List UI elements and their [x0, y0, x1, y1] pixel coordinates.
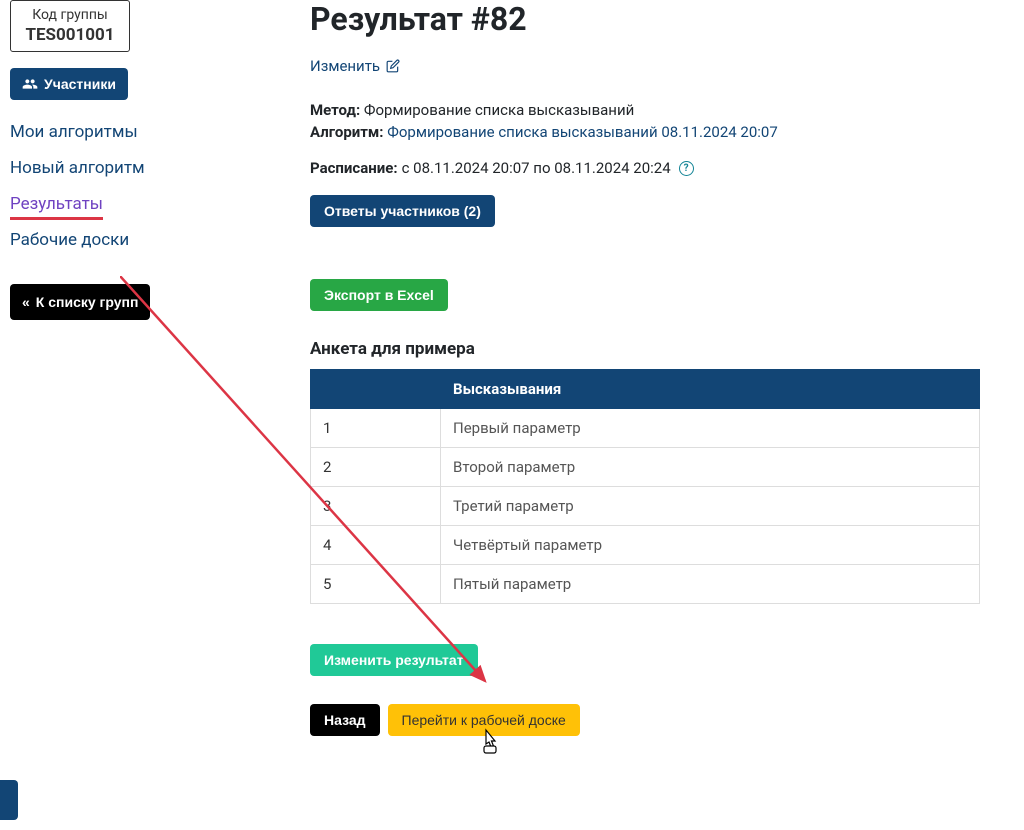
sidebar-nav: Мои алгоритмы Новый алгоритм Результаты … [10, 122, 185, 250]
nav-link-results[interactable]: Результаты [10, 194, 103, 220]
cell-text: Пятый параметр [441, 565, 980, 604]
result-table: Высказывания 1 Первый параметр 2 Второй … [310, 369, 980, 604]
sidebar: Код группы TES001001 Участники Мои алгор… [10, 0, 185, 736]
nav-item-results[interactable]: Результаты [10, 194, 185, 214]
cell-text: Четвёртый параметр [441, 526, 980, 565]
export-excel-button[interactable]: Экспорт в Excel [310, 279, 448, 311]
schedule-label: Расписание: [310, 159, 398, 177]
back-to-groups-label: К списку групп [36, 294, 139, 310]
table-row: 1 Первый параметр [311, 409, 980, 448]
nav-link-boards[interactable]: Рабочие доски [10, 230, 129, 250]
nav-item-boards[interactable]: Рабочие доски [10, 230, 185, 250]
algorithm-link[interactable]: Формирование списка высказываний 08.11.2… [387, 123, 778, 141]
change-link-label: Изменить [310, 57, 380, 75]
back-to-groups-button[interactable]: « К списку групп [10, 284, 150, 320]
cell-number: 2 [311, 448, 441, 487]
table-row: 2 Второй параметр [311, 448, 980, 487]
users-icon [22, 76, 38, 92]
participants-button[interactable]: Участники [10, 68, 128, 100]
participants-button-label: Участники [44, 76, 116, 92]
cell-text: Второй параметр [441, 448, 980, 487]
schedule-value: с 08.11.2024 20:07 по 08.11.2024 20:24 [402, 159, 671, 177]
table-header-number [311, 370, 441, 409]
table-header-text: Высказывания [441, 370, 980, 409]
change-link[interactable]: Изменить [310, 57, 400, 75]
table-title: Анкета для примера [310, 339, 1024, 359]
page-title: Результат #82 [310, 0, 1024, 38]
participant-answers-button[interactable]: Ответы участников (2) [310, 195, 495, 227]
nav-item-my-algorithms[interactable]: Мои алгоритмы [10, 122, 185, 142]
group-code-label: Код группы [21, 7, 119, 23]
edit-result-button[interactable]: Изменить результат [310, 644, 478, 676]
group-code-value: TES001001 [21, 25, 119, 45]
nav-link-new-algorithm[interactable]: Новый алгоритм [10, 158, 145, 178]
method-value: Формирование списка высказываний [364, 101, 634, 119]
cell-number: 5 [311, 565, 441, 604]
main-content: Результат #82 Изменить Метод: Формирован… [185, 0, 1024, 736]
edit-icon [386, 59, 400, 73]
cell-number: 1 [311, 409, 441, 448]
nav-item-new-algorithm[interactable]: Новый алгоритм [10, 158, 185, 178]
table-row: 3 Третий параметр [311, 487, 980, 526]
cell-text: Третий параметр [441, 487, 980, 526]
cell-number: 3 [311, 487, 441, 526]
cell-number: 4 [311, 526, 441, 565]
method-row: Метод: Формирование списка высказываний [310, 101, 1024, 119]
double-chevron-left-icon: « [22, 294, 30, 310]
algorithm-label: Алгоритм: [310, 123, 384, 141]
bottom-left-tab[interactable] [0, 780, 18, 820]
nav-link-my-algorithms[interactable]: Мои алгоритмы [10, 122, 138, 142]
table-row: 5 Пятый параметр [311, 565, 980, 604]
table-row: 4 Четвёртый параметр [311, 526, 980, 565]
group-code-box: Код группы TES001001 [10, 0, 130, 52]
algorithm-row: Алгоритм: Формирование списка высказыван… [310, 123, 1024, 141]
help-icon[interactable]: ? [679, 161, 694, 176]
schedule-row: Расписание: с 08.11.2024 20:07 по 08.11.… [310, 159, 694, 177]
back-button[interactable]: Назад [310, 704, 380, 736]
goto-board-button[interactable]: Перейти к рабочей доске [388, 704, 580, 736]
method-label: Метод: [310, 101, 360, 119]
cell-text: Первый параметр [441, 409, 980, 448]
